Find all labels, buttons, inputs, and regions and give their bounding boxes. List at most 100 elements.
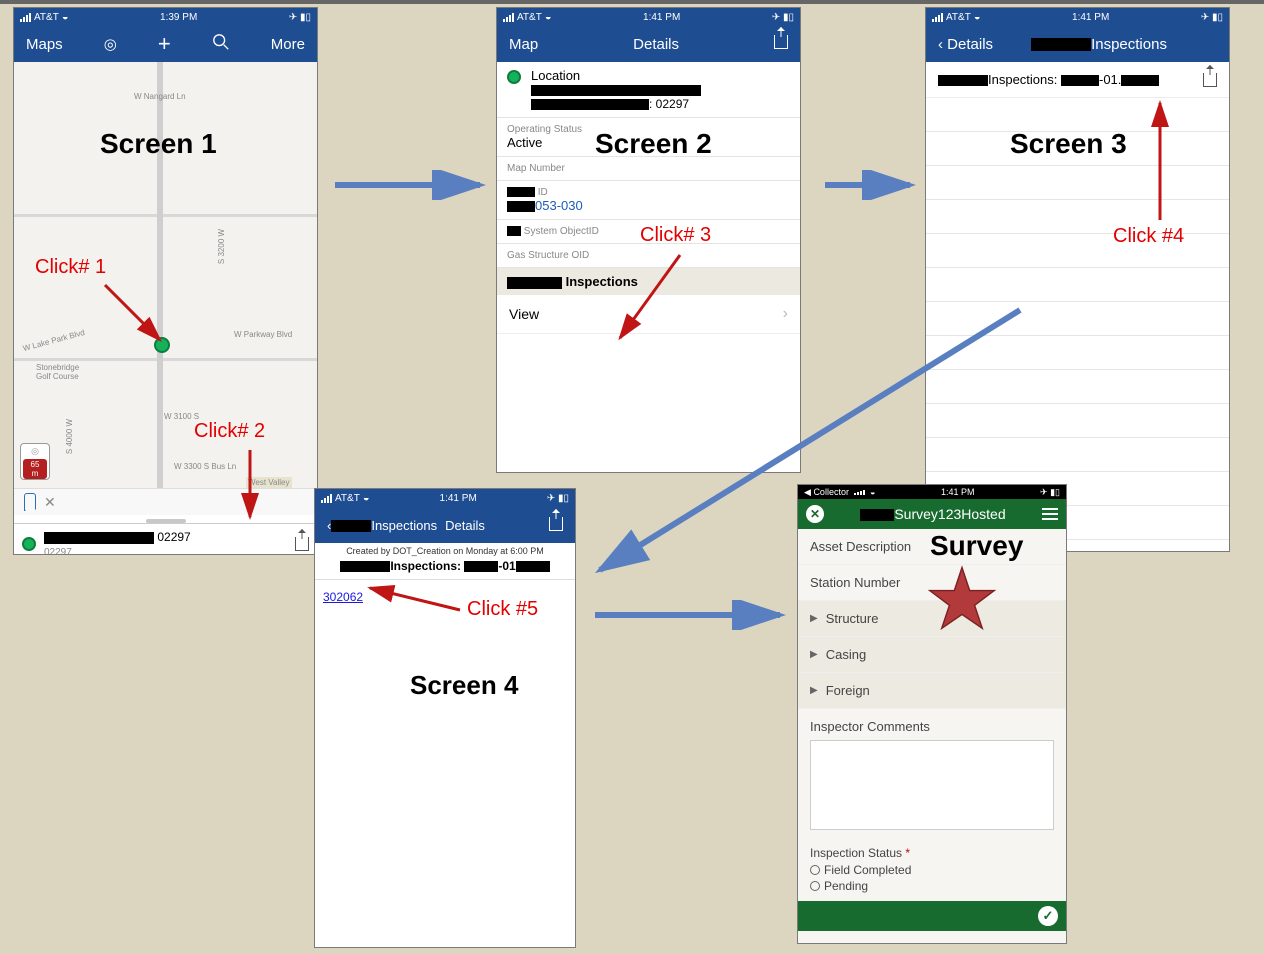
foreign-accordion[interactable]: ▶Foreign <box>798 673 1066 709</box>
wifi-icon: ◒ <box>974 11 981 23</box>
flow-arrow-2-3 <box>820 170 920 200</box>
location-label: Location <box>531 68 580 83</box>
signal-icon <box>321 494 332 503</box>
nav-title: Details <box>445 518 485 533</box>
wifi-icon: ◒ <box>545 11 552 23</box>
chevron-right-icon: › <box>783 305 788 323</box>
carrier: AT&T <box>34 12 59 23</box>
screen-3-label: Screen 3 <box>1010 128 1127 160</box>
back-inspections-button[interactable]: ‹Inspections <box>323 518 441 533</box>
close-icon[interactable]: ✕ <box>44 494 56 511</box>
road-label: S 3200 W <box>217 229 226 264</box>
feature-subid: 02297 <box>44 547 72 555</box>
map-number-row: Map Number <box>497 157 800 181</box>
nav-bar: ‹ Details Inspections <box>926 26 1229 62</box>
bookmark-icon[interactable] <box>24 493 36 511</box>
nav-title: Inspections <box>1091 36 1167 53</box>
flow-arrow-1-2 <box>330 170 490 200</box>
nav-bar: Maps ◎ + More <box>14 26 317 62</box>
screen-4: AT&T◒ 1:41 PM ✈ ▮▯ ‹Inspections Details … <box>314 488 576 948</box>
clock: 1:41 PM <box>643 12 680 23</box>
back-map-button[interactable]: Map <box>505 36 542 53</box>
click-3-label: Click# 3 <box>640 224 711 247</box>
road-label: W Parkway Blvd <box>234 330 292 339</box>
wifi-icon: ◒ <box>62 11 69 23</box>
survey-title: Survey123Hosted <box>894 506 1005 522</box>
wifi-icon: ◒ <box>363 492 370 504</box>
map-feature-point[interactable] <box>154 337 170 353</box>
share-icon[interactable] <box>774 35 788 49</box>
id-link[interactable]: 053-030 <box>535 198 583 213</box>
battery-icon: ✈ ▮▯ <box>1201 12 1223 23</box>
signal-icon <box>854 490 865 495</box>
signal-icon <box>932 13 943 22</box>
inspector-comments-textarea[interactable] <box>810 740 1054 830</box>
record-link[interactable]: 302062 <box>323 590 363 604</box>
nav-bar: ‹Inspections Details <box>315 507 575 543</box>
view-inspections-row[interactable]: View › <box>497 295 800 334</box>
created-by-text: Created by DOT_Creation on Monday at 6:0… <box>315 543 575 559</box>
inspection-row[interactable]: Inspections: -01. <box>926 62 1229 98</box>
star-icon <box>927 564 997 634</box>
menu-icon[interactable] <box>1042 508 1058 520</box>
nav-bar: Map Details <box>497 26 800 62</box>
battery-icon: ✈ ▮▯ <box>547 493 569 504</box>
location-row: Location : 02297 <box>497 62 800 118</box>
click-5-label: Click #5 <box>467 598 538 621</box>
add-button[interactable]: + <box>154 31 175 57</box>
gas-structure-row: Gas Structure OID <box>497 244 800 268</box>
share-icon[interactable] <box>549 517 563 531</box>
signal-icon <box>503 13 514 22</box>
locate-icon[interactable]: ◎ <box>100 35 121 53</box>
clock: 1:41 PM <box>440 493 477 504</box>
road-label: W Nangard Ln <box>134 92 186 101</box>
survey-label: Survey <box>930 530 1023 562</box>
search-icon[interactable] <box>208 33 234 55</box>
road-label: W Lake Park Blvd <box>22 328 86 353</box>
share-icon[interactable] <box>295 537 309 551</box>
battery-icon: ✈ ▮▯ <box>772 12 794 23</box>
inspection-title-row: Inspections: -01 <box>315 559 575 580</box>
location-value: : 02297 <box>649 97 689 111</box>
feature-callout[interactable]: 02297 02297 <box>14 523 317 555</box>
status-bar: AT&T◒ 1:41 PM ✈ ▮▯ <box>315 489 575 507</box>
casing-accordion[interactable]: ▶Casing <box>798 637 1066 673</box>
status-field-completed[interactable]: Field Completed <box>798 862 1066 878</box>
submit-button[interactable]: ✓ <box>1038 906 1058 926</box>
feature-dot-icon <box>507 70 521 84</box>
more-button[interactable]: More <box>267 36 309 53</box>
status-pending[interactable]: Pending <box>798 878 1066 901</box>
screen-4-label: Screen 4 <box>410 670 518 701</box>
inspections-section-header: Inspections <box>497 268 800 295</box>
field-label: Map Number <box>507 163 790 174</box>
status-bar: AT&T◒ 1:41 PM ✈ ▮▯ <box>497 8 800 26</box>
back-collector[interactable]: ◀ <box>804 487 811 497</box>
inspection-status-label: Inspection Status * <box>798 840 1066 862</box>
road-label: W 3300 S Bus Ln <box>174 462 236 471</box>
bookmark-row: ✕ <box>14 488 317 515</box>
flow-arrow-4-survey <box>590 600 790 630</box>
wifi-icon: ◒ <box>870 487 875 497</box>
back-details-button[interactable]: ‹ Details <box>934 36 997 53</box>
caret-right-icon: ▶ <box>810 685 818 696</box>
scale-distance: 65 m <box>23 459 47 479</box>
clock: 1:41 PM <box>941 487 975 497</box>
share-icon[interactable] <box>1203 73 1217 87</box>
view-label: View <box>509 306 539 322</box>
screen-3: AT&T◒ 1:41 PM ✈ ▮▯ ‹ Details Inspections… <box>925 7 1230 552</box>
close-survey-button[interactable]: ✕ <box>806 505 824 523</box>
battery-icon: ✈ ▮▯ <box>1040 487 1060 498</box>
click-4-label: Click #4 <box>1113 225 1184 248</box>
survey-footer: ✓ <box>798 901 1066 931</box>
battery-icon: ✈ ▮▯ <box>289 12 311 23</box>
screen-2-label: Screen 2 <box>595 128 712 160</box>
survey-header: ✕ Survey123Hosted <box>798 499 1066 529</box>
clock: 1:41 PM <box>1072 12 1109 23</box>
maps-button[interactable]: Maps <box>22 36 67 53</box>
clock: 1:39 PM <box>160 12 197 23</box>
field-label: Gas Structure OID <box>507 250 790 261</box>
click-1-label: Click# 1 <box>35 256 106 279</box>
nav-title: Details <box>542 36 770 53</box>
road-label: S 4000 W <box>65 419 74 454</box>
caret-right-icon: ▶ <box>810 613 818 624</box>
